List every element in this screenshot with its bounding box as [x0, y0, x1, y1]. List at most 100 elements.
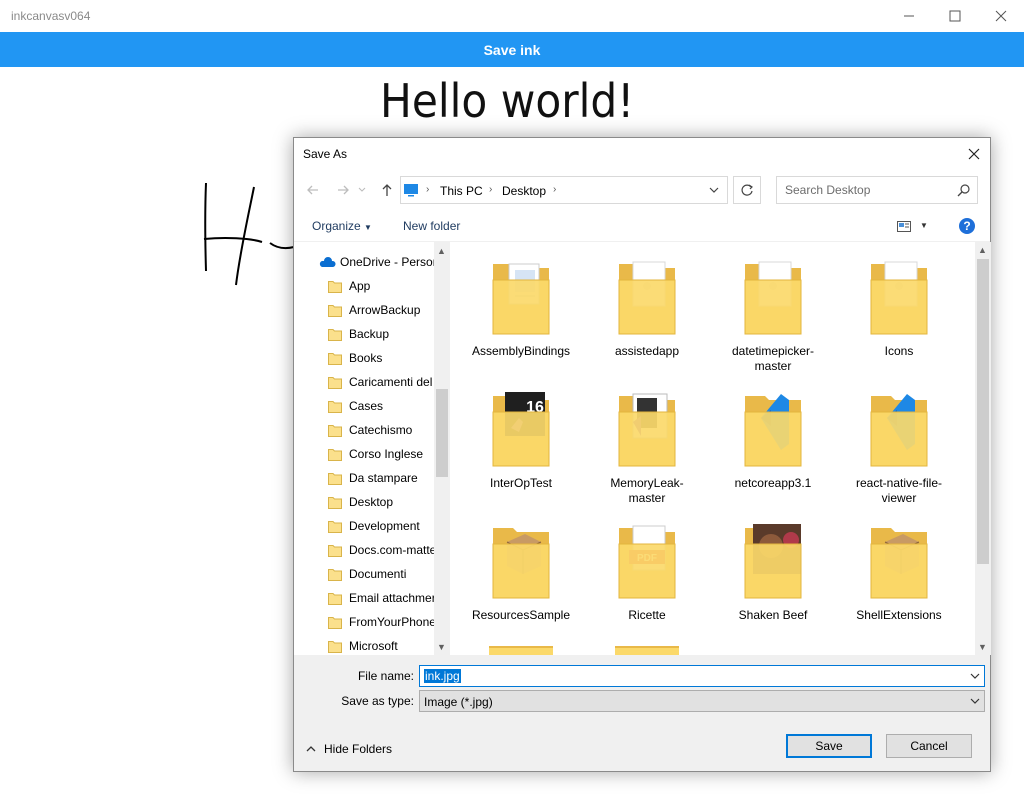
- chevron-down-icon: [970, 698, 980, 704]
- tree-item[interactable]: Books: [328, 346, 450, 370]
- file-item-partial[interactable]: [615, 646, 679, 655]
- tree-item[interactable]: Catechismo: [328, 418, 450, 442]
- maximize-button[interactable]: [932, 0, 978, 32]
- tree-item[interactable]: App: [328, 274, 450, 298]
- tree-item-label: Docs.com-matte: [349, 543, 437, 557]
- folder-pdf-icon: PDF: [618, 525, 676, 599]
- folder-icon: [328, 304, 342, 317]
- folder-file-icon: [744, 261, 802, 335]
- breadcrumb-separator-icon: ›: [426, 184, 430, 195]
- forward-button[interactable]: [332, 179, 354, 201]
- hide-folders-button[interactable]: Hide Folders: [306, 742, 392, 756]
- save-form: File name: ink.jpg Save as type: Image (…: [294, 655, 990, 715]
- tree-item[interactable]: Email attachmer: [328, 586, 450, 610]
- folder-docs-icon: [492, 263, 550, 335]
- caret-down-icon[interactable]: ▼: [920, 221, 928, 230]
- tree-item-label: Da stampare: [349, 471, 418, 485]
- tree-item[interactable]: Development: [328, 514, 450, 538]
- search-box[interactable]: [776, 176, 978, 204]
- tree-item[interactable]: Backup: [328, 322, 450, 346]
- folder-vs16-icon: 16: [492, 392, 550, 467]
- tree-item[interactable]: Cases: [328, 394, 450, 418]
- search-input[interactable]: [785, 183, 945, 197]
- breadcrumb-separator-icon: ›: [489, 184, 493, 195]
- tree-scrollbar[interactable]: ▲ ▼: [434, 242, 450, 655]
- file-item-label: netcoreapp3.1: [734, 476, 812, 490]
- tree-item[interactable]: Documenti: [328, 562, 450, 586]
- help-icon[interactable]: ?: [958, 217, 976, 235]
- tree-item[interactable]: FromYourPhone: [328, 610, 450, 634]
- folder-icon: [328, 640, 342, 653]
- minimize-button[interactable]: [886, 0, 932, 32]
- file-item-label: assistedapp: [614, 344, 680, 358]
- recent-locations-button[interactable]: [356, 179, 368, 201]
- minimize-icon: [904, 15, 914, 17]
- app-title-bar: inkcanvasv064: [0, 0, 1024, 32]
- file-name-label: File name:: [357, 669, 414, 683]
- file-item-label: InterOpTest: [489, 476, 553, 490]
- tree-scroll-thumb[interactable]: [436, 389, 448, 477]
- refresh-button[interactable]: [733, 176, 761, 204]
- file-list-scrollbar[interactable]: ▲ ▼: [975, 242, 991, 655]
- file-item-partial[interactable]: [489, 646, 553, 655]
- tree-item[interactable]: Da stampare: [328, 466, 450, 490]
- new-folder-button[interactable]: New folder: [403, 219, 460, 233]
- up-button[interactable]: [376, 179, 398, 201]
- file-item[interactable]: ResourcesSample: [466, 520, 576, 650]
- save-as-type-label: Save as type:: [341, 694, 414, 708]
- file-item-label: AssemblyBindings: [471, 344, 571, 358]
- tree-item-label: Microsoft: [349, 639, 398, 653]
- dialog-close-button[interactable]: [958, 138, 990, 169]
- tree-item[interactable]: Caricamenti del: [328, 370, 450, 394]
- file-item[interactable]: 16 InterOpTest: [466, 388, 576, 518]
- folder-file-icon: [618, 261, 676, 335]
- save-ink-button[interactable]: Save ink: [0, 32, 1024, 67]
- tree-item-label: Desktop: [349, 495, 394, 509]
- breadcrumb-desktop[interactable]: Desktop: [502, 184, 546, 198]
- file-list[interactable]: AssemblyBindings assistedapp datetimepicke…: [450, 242, 975, 655]
- browser-area: OneDrive - Person App ArrowBackup Backup Boo…: [294, 242, 991, 655]
- file-item[interactable]: ShellExtensions: [844, 520, 954, 650]
- file-item[interactable]: netcoreapp3.1: [718, 388, 828, 518]
- folder-icon: [328, 376, 342, 389]
- save-as-type-value: Image (*.jpg): [424, 695, 493, 709]
- tree-item[interactable]: ArrowBackup: [328, 298, 450, 322]
- organize-button[interactable]: Organize ▼: [312, 219, 372, 233]
- tree-item[interactable]: OneDrive - Person: [318, 250, 450, 274]
- folder-icon: [328, 520, 342, 533]
- file-item[interactable]: Shaken Beef: [718, 520, 828, 650]
- file-list-scroll-thumb[interactable]: [977, 259, 989, 564]
- file-item[interactable]: MemoryLeak-master: [592, 388, 702, 518]
- file-item[interactable]: AssemblyBindings: [466, 256, 576, 386]
- back-button[interactable]: [302, 179, 324, 201]
- tree-item-label: Email attachmer: [349, 591, 436, 605]
- save-as-dialog: Save As › This PC › Desktop › Search Des…: [293, 137, 991, 772]
- chevron-down-icon[interactable]: [970, 670, 980, 682]
- navigation-tree[interactable]: OneDrive - Person App ArrowBackup Backup Boo…: [294, 242, 450, 655]
- file-item[interactable]: Icons: [844, 256, 954, 386]
- save-as-type-select[interactable]: Image (*.jpg): [419, 690, 985, 712]
- file-item[interactable]: PDF Ricette: [592, 520, 702, 650]
- tree-item[interactable]: Microsoft: [328, 634, 450, 655]
- breadcrumb-this-pc[interactable]: This PC: [440, 184, 483, 198]
- folder-icon: [328, 328, 342, 341]
- file-name-value[interactable]: ink.jpg: [424, 669, 461, 683]
- address-bar[interactable]: › This PC › Desktop ›: [400, 176, 728, 204]
- save-button[interactable]: Save: [786, 734, 872, 758]
- dialog-title: Save As: [303, 147, 348, 161]
- file-item[interactable]: assistedapp: [592, 256, 702, 386]
- cancel-button[interactable]: Cancel: [886, 734, 972, 758]
- close-window-button[interactable]: [978, 0, 1024, 32]
- file-item[interactable]: react-native-file-viewer: [844, 388, 954, 518]
- tree-item[interactable]: Corso Inglese: [328, 442, 450, 466]
- tree-item[interactable]: Docs.com-matte: [328, 538, 450, 562]
- chevron-down-icon[interactable]: [709, 187, 719, 194]
- file-name-field[interactable]: ink.jpg: [419, 665, 985, 687]
- file-item-label: ShellExtensions: [856, 608, 942, 622]
- view-options-icon[interactable]: [897, 221, 911, 232]
- tree-item[interactable]: Desktop: [328, 490, 450, 514]
- file-item[interactable]: datetimepicker-master: [718, 256, 828, 386]
- tree-item-label: Books: [349, 351, 383, 365]
- folder-vs-icon: [618, 393, 676, 467]
- svg-text:?: ?: [963, 219, 970, 233]
